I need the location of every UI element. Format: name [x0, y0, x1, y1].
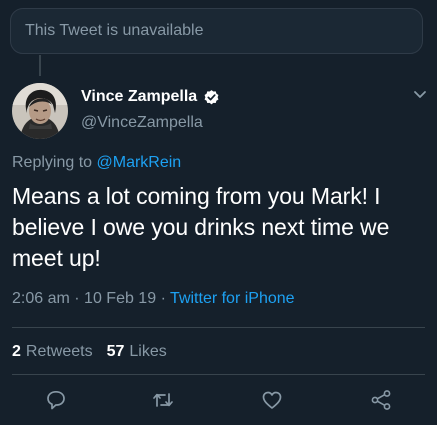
reply-mention-link[interactable]: @MarkRein — [97, 154, 182, 171]
author-handle[interactable]: @VinceZampella — [81, 114, 203, 132]
tweet-detail: This Tweet is unavailable Vince Zampella… — [0, 0, 437, 425]
meta-separator: · — [74, 290, 80, 307]
chevron-down-icon[interactable] — [413, 90, 427, 100]
divider — [12, 374, 425, 375]
author-display-name[interactable]: Vince Zampella — [81, 88, 197, 106]
share-icon[interactable] — [369, 388, 393, 412]
tweet-source-link[interactable]: Twitter for iPhone — [170, 290, 295, 307]
replying-to-label: Replying to — [12, 154, 93, 171]
tweet-meta: 2:06 am · 10 Feb 19 · Twitter for iPhone — [12, 290, 295, 308]
quoted-tweet-unavailable[interactable]: This Tweet is unavailable — [10, 8, 423, 54]
retweet-icon[interactable] — [151, 388, 175, 412]
retweets-label: Retweets — [25, 343, 93, 360]
avatar-image — [12, 83, 68, 139]
author-name-row[interactable]: Vince Zampella — [81, 88, 220, 106]
action-bar — [0, 386, 437, 416]
likes-stat[interactable]: 57 Likes — [107, 343, 167, 361]
retweets-count: 2 — [12, 343, 21, 360]
heart-icon[interactable] — [260, 388, 284, 412]
replying-to: Replying to @MarkRein — [12, 154, 181, 172]
avatar[interactable] — [12, 83, 68, 139]
thread-connector-line — [39, 55, 41, 76]
meta-separator: · — [160, 290, 166, 307]
likes-count: 57 — [106, 343, 125, 360]
tweet-time[interactable]: 2:06 am — [12, 290, 70, 307]
tweet-date[interactable]: 10 Feb 19 — [84, 290, 156, 307]
tweet-stats: 2 Retweets 57 Likes — [12, 343, 167, 361]
divider — [12, 327, 425, 328]
retweets-stat[interactable]: 2 Retweets — [12, 343, 93, 361]
tweet-text: Means a lot coming from you Mark! I beli… — [12, 183, 390, 271]
reply-icon[interactable] — [44, 388, 68, 412]
likes-label: Likes — [129, 343, 167, 360]
verified-badge-icon — [203, 89, 220, 106]
unavailable-text: This Tweet is unavailable — [25, 22, 204, 39]
